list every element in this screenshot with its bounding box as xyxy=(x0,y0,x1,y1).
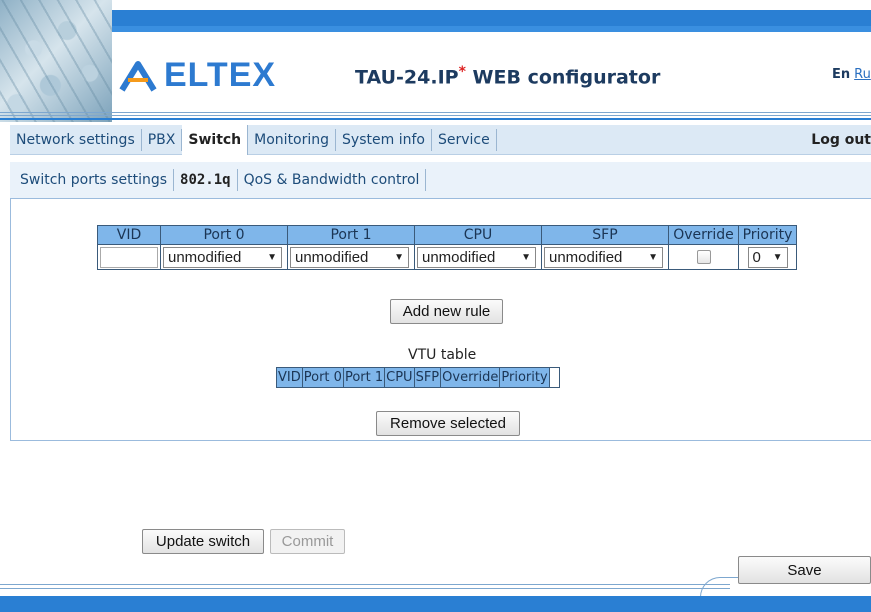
vtu-col-cpu: CPU xyxy=(384,367,415,388)
dropdown-arrow-icon: ▼ xyxy=(648,251,658,263)
col-port0: Port 0 xyxy=(160,225,288,245)
header-divider xyxy=(0,112,871,113)
vtu-col-sfp: SFP xyxy=(413,367,442,388)
override-checkbox[interactable] xyxy=(696,250,711,264)
vtu-table: VID Port 0 Port 1 CPU SFP Override Prior… xyxy=(276,367,560,388)
nav-switch[interactable]: Switch xyxy=(182,124,249,155)
port1-select[interactable]: unmodified ▼ xyxy=(290,246,409,268)
subnav-switch-ports-settings[interactable]: Switch ports settings xyxy=(14,169,175,191)
vtu-col-port0: Port 0 xyxy=(301,367,344,388)
nav-network-settings[interactable]: Network settings xyxy=(10,128,142,151)
nav-service[interactable]: Service xyxy=(432,128,497,151)
language-switcher: En Ru xyxy=(832,67,871,82)
update-switch-button[interactable]: Update switch xyxy=(142,529,264,554)
logout-link[interactable]: Log out xyxy=(811,125,871,155)
eltex-logo: ELTEX xyxy=(118,56,276,95)
dropdown-arrow-icon: ▼ xyxy=(267,251,277,263)
header-divider xyxy=(0,118,871,120)
dropdown-arrow-icon: ▼ xyxy=(521,251,531,263)
header-divider xyxy=(0,115,871,116)
keypad-photo xyxy=(0,0,112,122)
col-cpu: CPU xyxy=(414,225,542,245)
vtu-col-override: Override xyxy=(440,367,501,388)
dropdown-arrow-icon: ▼ xyxy=(394,251,404,263)
nav-pbx[interactable]: PBX xyxy=(142,128,183,151)
col-sfp: SFP xyxy=(541,225,669,245)
product-mark: * xyxy=(458,64,466,80)
vtu-table-title: VTU table xyxy=(408,347,477,363)
footer-divider xyxy=(0,584,730,585)
rule-input-row: unmodified ▼ unmodified ▼ unmodified ▼ unmo… xyxy=(97,244,797,270)
cpu-select[interactable]: unmodified ▼ xyxy=(417,246,536,268)
remove-selected-button[interactable]: Remove selected xyxy=(376,411,520,436)
brand-name: ELTEX xyxy=(164,56,277,94)
main-nav: Network settings PBX Switch Monitoring S… xyxy=(10,124,871,155)
footer-divider xyxy=(0,588,730,589)
subnav-8021q[interactable]: 802.1q xyxy=(174,169,238,191)
eltex-logo-icon xyxy=(119,60,157,92)
new-rule-table: VID Port 0 Port 1 CPU SFP Override Prior… xyxy=(97,225,797,270)
vtu-col-port1: Port 1 xyxy=(342,367,386,388)
vtu-col-vid: VID xyxy=(276,367,303,388)
col-override: Override xyxy=(668,225,739,245)
col-vid: VID xyxy=(97,225,161,245)
col-port1: Port 1 xyxy=(287,225,415,245)
col-priority: Priority xyxy=(738,225,797,245)
header: ELTEX TAU-24.IP* WEB configurator En Ru xyxy=(0,0,871,122)
rule-header-row: VID Port 0 Port 1 CPU SFP Override Prior… xyxy=(97,225,797,245)
vid-input[interactable] xyxy=(100,246,158,268)
nav-system-info[interactable]: System info xyxy=(336,128,432,151)
save-button[interactable]: Save xyxy=(738,556,871,584)
add-new-rule-button[interactable]: Add new rule xyxy=(390,299,503,324)
footer-bar xyxy=(0,596,871,612)
priority-select[interactable]: 0 ▼ xyxy=(747,246,788,268)
lang-current: En xyxy=(832,67,851,82)
port0-select[interactable]: unmodified ▼ xyxy=(163,246,282,268)
sub-nav: Switch ports settings 802.1q QoS & Bandw… xyxy=(10,162,871,198)
product-title: TAU-24.IP* WEB configurator xyxy=(355,64,661,89)
dropdown-arrow-icon: ▼ xyxy=(772,251,783,263)
vlan-panel: VID Port 0 Port 1 CPU SFP Override Prior… xyxy=(10,198,871,441)
sfp-select[interactable]: unmodified ▼ xyxy=(544,246,663,268)
nav-monitoring[interactable]: Monitoring xyxy=(248,128,337,151)
vtu-col-priority: Priority xyxy=(499,367,550,388)
lang-link-ru[interactable]: Ru xyxy=(854,67,871,82)
commit-button[interactable]: Commit xyxy=(270,529,345,554)
subnav-qos-bandwidth[interactable]: QoS & Bandwidth control xyxy=(238,169,427,191)
vtu-col-select xyxy=(548,367,560,388)
vtu-header-row: VID Port 0 Port 1 CPU SFP Override Prior… xyxy=(276,367,560,388)
header-stripe xyxy=(100,26,871,32)
